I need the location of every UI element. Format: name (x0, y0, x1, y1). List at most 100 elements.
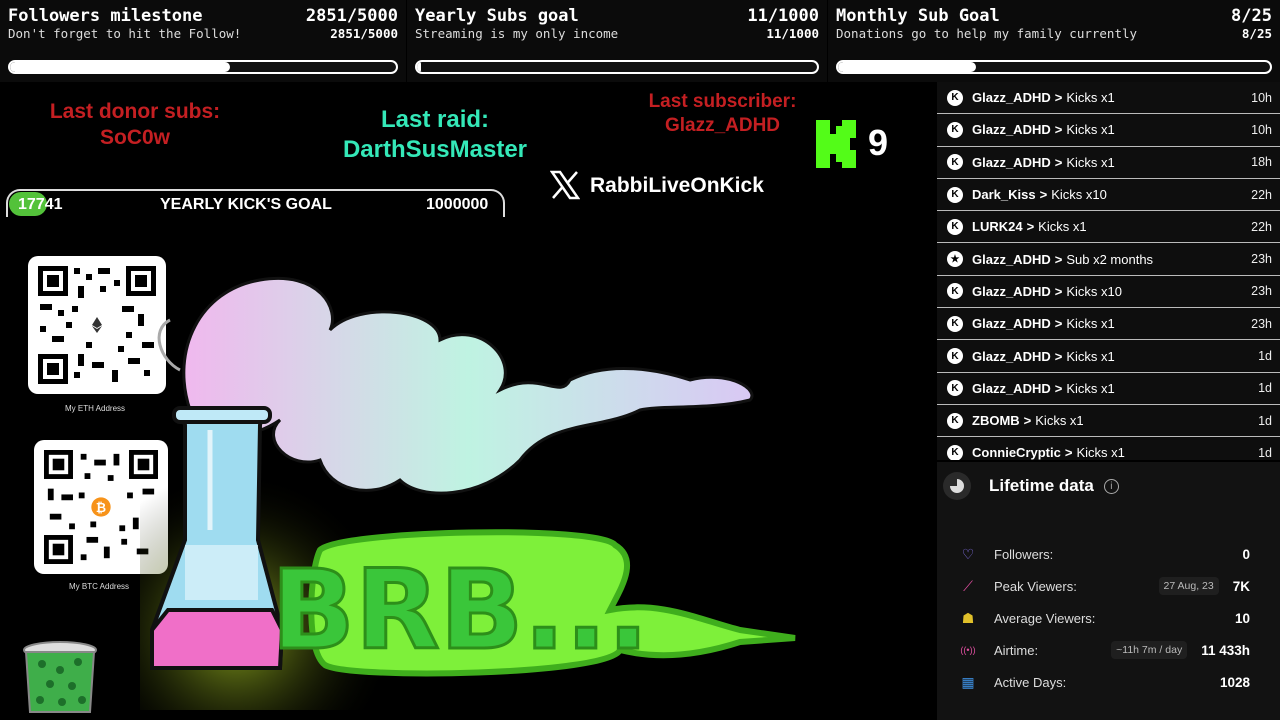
feed-time: 23h (1251, 284, 1272, 299)
lifetime-stat-row: ☗ Average Viewers: 10 (959, 604, 1250, 632)
arrow-icon: > (1054, 154, 1063, 170)
feed-time: 10h (1251, 90, 1272, 105)
kick-goal-label: YEARLY KICK'S GOAL (160, 196, 332, 213)
btc-qr-caption: My BTC Address (69, 582, 130, 591)
feed-action: Kicks x1 (1038, 219, 1087, 235)
last-raid: Last raid: DarthSusMaster (330, 105, 540, 165)
arrow-icon: > (1064, 445, 1073, 460)
goal-subtitle: Don't forget to hit the Follow! (8, 26, 242, 41)
arrow-icon: > (1039, 187, 1048, 203)
feed-time: 22h (1251, 187, 1272, 202)
feed-action: Kicks x1 (1066, 122, 1115, 138)
feed-username: ConnieCryptic (972, 445, 1061, 460)
feed-username: Glazz_ADHD (972, 154, 1051, 170)
feed-action: Sub x2 months (1066, 251, 1154, 267)
kick-icon: K (947, 218, 963, 235)
smoke-trail (157, 318, 181, 372)
kick-goal-target: 1000000 (426, 196, 489, 213)
yearly-subs-goal: Yearly Subs goal 11/1000 Streaming is my … (407, 0, 827, 82)
last-donor-subs: Last donor subs: SoC0w (30, 99, 240, 151)
eth-qr-caption: My ETH Address (65, 404, 126, 413)
goal-count-small: 11/1000 (766, 26, 819, 41)
last-raid-label: Last raid: (380, 106, 490, 133)
kick-goal-current: 17741 (18, 196, 63, 213)
feed-item: K Glazz_ADHD > Kicks x1 18h (937, 147, 1280, 179)
brb-illustration: BRB... (140, 277, 796, 710)
goal-count: 8/25 (1231, 6, 1272, 26)
goal-progress-fill (10, 62, 231, 72)
kick-icon: K (947, 315, 963, 332)
arrow-icon: > (1054, 90, 1063, 106)
social-handle: RabbiLiveOnKick (590, 174, 764, 197)
feed-item: K Glazz_ADHD > Kicks x1 10h (937, 114, 1280, 147)
svg-text:₿: ₿ (96, 500, 106, 515)
lifetime-title: Lifetime data (989, 476, 1094, 495)
stat-label: Followers: (994, 546, 1054, 562)
kick-icon: K (947, 348, 963, 365)
lifetime-header: Lifetime data i (937, 462, 1280, 510)
goal-progress-bar (415, 60, 819, 74)
feed-time: 23h (1251, 316, 1272, 331)
goal-title: Yearly Subs goal (415, 6, 579, 26)
arrow-icon: > (1054, 122, 1063, 138)
feed-action: Kicks x1 (1066, 316, 1115, 332)
goal-progress-fill (417, 62, 422, 72)
goal-title: Followers milestone (8, 6, 203, 26)
stat-label: Peak Viewers: (994, 578, 1077, 594)
goal-subtitle: Streaming is my only income (415, 26, 619, 41)
feed-item: K LURK24 > Kicks x1 22h (937, 211, 1280, 244)
kick-counter: 9 (868, 122, 889, 163)
monthly-sub-goal: Monthly Sub Goal 8/25 Donations go to hel… (828, 0, 1280, 82)
feed-time: 1d (1258, 413, 1272, 428)
last-subscriber-name: Glazz_ADHD (664, 115, 781, 136)
feed-username: LURK24 (972, 219, 1023, 235)
feed-item: K ZBOMB > Kicks x1 1d (937, 405, 1280, 438)
feed-action: Kicks x1 (1066, 90, 1115, 106)
goal-count: 2851/5000 (305, 6, 398, 26)
arrow-icon: > (1054, 380, 1063, 396)
feed-item: K ConnieCryptic > Kicks x1 1d (937, 437, 1280, 460)
arrow-icon: > (1023, 413, 1032, 429)
feed-action: Kicks x10 (1051, 187, 1107, 203)
feed-username: Glazz_ADHD (972, 251, 1051, 267)
kick-icon: K (947, 412, 963, 429)
feed-item: K Glazz_ADHD > Kicks x1 1d (937, 373, 1280, 405)
feed-item: ★ Glazz_ADHD > Sub x2 months 23h (937, 243, 1280, 276)
feed-action: Kicks x1 (1035, 413, 1084, 429)
stat-value: 7K (1232, 578, 1250, 594)
feed-time: 18h (1251, 155, 1272, 170)
stat-chip: ~11h 7m / day (1111, 641, 1188, 659)
calendar-icon: ▦ (961, 673, 975, 690)
feed-item: K Glazz_ADHD > Kicks x1 1d (937, 340, 1280, 373)
feed-username: Glazz_ADHD (972, 380, 1051, 396)
lifetime-stat-row: ▦ Active Days: 1028 (959, 668, 1250, 696)
feed-item: K Glazz_ADHD > Kicks x1 23h (937, 308, 1280, 341)
trash-can-icon[interactable] (22, 640, 98, 716)
x-logo-icon (550, 170, 580, 200)
last-raid-name: DarthSusMaster (342, 136, 528, 163)
feed-username: Glazz_ADHD (972, 90, 1051, 106)
kick-icon: K (947, 283, 963, 300)
feed-action: Kicks x1 (1066, 154, 1115, 170)
goal-count: 11/1000 (747, 6, 819, 26)
last-donor-label: Last donor subs: (49, 100, 221, 123)
feed-time: 1d (1258, 445, 1272, 460)
goal-progress-bar (8, 60, 398, 74)
feed-action: Kicks x10 (1066, 283, 1122, 299)
broadcast-icon: ((•)) (960, 645, 976, 655)
heart-icon: ♡ (961, 545, 975, 562)
stat-label: Average Viewers: (994, 610, 1096, 626)
brb-blob: BRB... (270, 529, 796, 677)
feed-item: K Glazz_ADHD > Kicks x10 23h (937, 276, 1280, 309)
brb-text: BRB... (271, 546, 649, 674)
lifetime-data-panel: Lifetime data i ♡ Followers: 0 ⟋ Peak Viewer… (937, 462, 1280, 720)
feed-time: 22h (1251, 219, 1272, 234)
kick-icon: K (947, 89, 963, 106)
arrow-icon: > (1054, 251, 1063, 267)
kick-icon: K (947, 121, 963, 138)
event-feed[interactable]: K Glazz_ADHD > Kicks x1 10h K Glazz_ADHD > Kicks… (937, 82, 1280, 460)
qr-pattern-icon (38, 266, 156, 384)
arrow-icon: > (1054, 316, 1063, 332)
feed-username: Dark_Kiss (972, 187, 1036, 203)
info-icon[interactable]: i (1103, 478, 1119, 494)
